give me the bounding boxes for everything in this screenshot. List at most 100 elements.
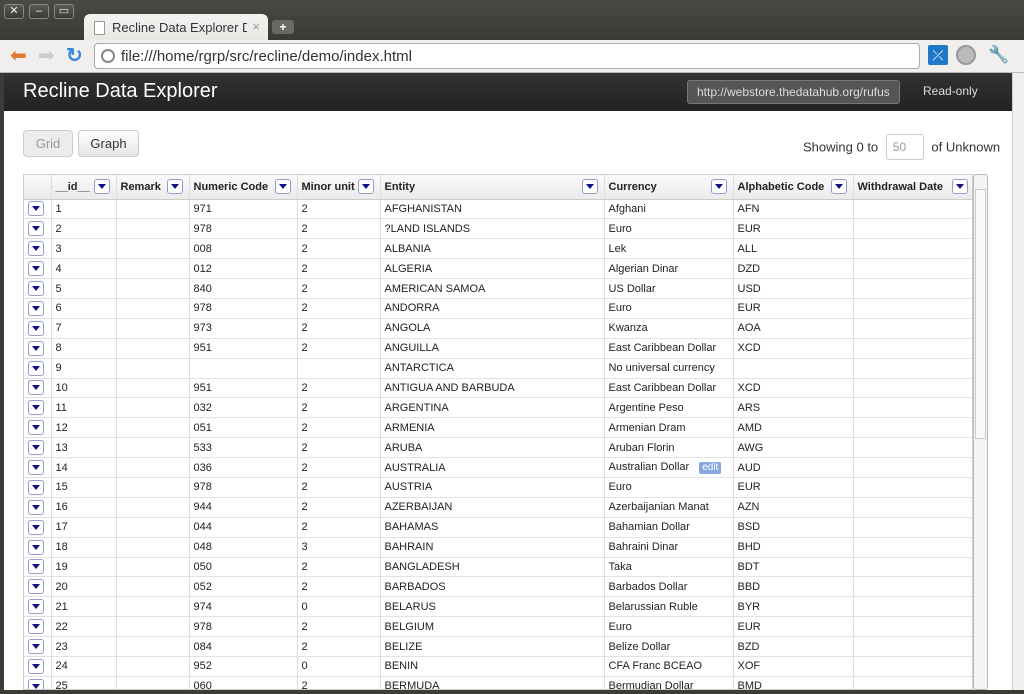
table-cell[interactable]: 951 [189, 338, 298, 359]
table-cell[interactable]: 032 [189, 397, 298, 419]
table-cell[interactable]: AUSTRIA [380, 477, 605, 498]
table-cell[interactable]: 036 [189, 457, 298, 478]
row-menu-dropdown-icon[interactable] [28, 559, 44, 575]
table-cell[interactable]: 974 [189, 596, 298, 618]
table-cell[interactable] [853, 616, 972, 638]
table-cell[interactable] [116, 278, 190, 299]
column-menu-dropdown-icon[interactable] [274, 179, 291, 194]
table-cell[interactable]: 1 [51, 199, 117, 220]
table-cell[interactable] [733, 358, 854, 379]
column-header[interactable]: Minor unit [297, 175, 381, 200]
table-cell[interactable] [853, 258, 972, 280]
table-cell[interactable]: 3 [297, 537, 381, 558]
browser-tab[interactable]: Recline Data Explorer Der × [84, 14, 268, 42]
table-cell[interactable]: 2 [297, 557, 381, 578]
table-cell[interactable]: Euro [604, 477, 734, 498]
table-cell[interactable]: ALBANIA [380, 238, 605, 260]
table-cell[interactable]: BANGLADESH [380, 557, 605, 578]
edit-cell-button[interactable]: edit [699, 462, 722, 475]
row-menu-dropdown-icon[interactable] [28, 479, 44, 495]
table-cell[interactable]: 3 [51, 238, 117, 260]
table-cell[interactable]: 2 [51, 218, 117, 240]
row-menu-dropdown-icon[interactable] [28, 340, 44, 356]
graph-view-button[interactable]: Graph [78, 130, 139, 157]
table-cell[interactable]: XCD [733, 378, 854, 399]
row-menu-dropdown-icon[interactable] [28, 599, 44, 615]
table-cell[interactable]: BYR [733, 596, 854, 618]
table-cell[interactable] [853, 596, 972, 618]
address-url[interactable]: file:///home/rgrp/src/recline/demo/index… [121, 48, 412, 65]
table-cell[interactable] [853, 378, 972, 399]
table-cell[interactable]: BELARUS [380, 596, 605, 618]
row-menu-dropdown-icon[interactable] [28, 579, 44, 595]
row-menu-dropdown-icon[interactable] [28, 460, 44, 476]
table-cell[interactable]: 978 [189, 616, 298, 638]
table-cell[interactable]: 2 [297, 298, 381, 319]
row-menu-dropdown-icon[interactable] [28, 440, 44, 456]
table-cell[interactable]: Afghani [604, 199, 734, 220]
table-cell[interactable]: AOA [733, 318, 854, 339]
row-menu-dropdown-icon[interactable] [28, 261, 44, 277]
table-cell[interactable]: 2 [297, 218, 381, 240]
table-cell[interactable]: 5 [51, 278, 117, 299]
table-cell[interactable]: CFA Franc BCEAO [604, 656, 734, 677]
table-cell[interactable] [853, 517, 972, 538]
row-menu-dropdown-icon[interactable] [28, 221, 44, 237]
table-cell[interactable]: 2 [297, 258, 381, 280]
table-cell[interactable]: AFGHANISTAN [380, 199, 605, 220]
table-cell[interactable]: 2 [297, 497, 381, 518]
table-cell[interactable]: ANTARCTICA [380, 358, 605, 379]
column-header[interactable]: Currency [604, 175, 734, 200]
table-cell[interactable]: 050 [189, 557, 298, 578]
table-cell[interactable]: 24 [51, 656, 117, 677]
table-cell[interactable]: 978 [189, 298, 298, 319]
table-cell[interactable]: 19 [51, 557, 117, 578]
tab-close-icon[interactable]: × [252, 19, 260, 34]
column-menu-dropdown-icon[interactable] [166, 179, 183, 194]
table-cell[interactable]: Euro [604, 616, 734, 638]
row-menu-dropdown-icon[interactable] [28, 380, 44, 396]
table-cell[interactable]: BHD [733, 537, 854, 558]
table-cell[interactable]: AZERBAIJAN [380, 497, 605, 518]
table-cell[interactable]: BARBADOS [380, 576, 605, 598]
table-cell[interactable] [116, 378, 190, 399]
table-cell[interactable]: ANDORRA [380, 298, 605, 319]
column-header[interactable]: Alphabetic Code [733, 175, 854, 200]
row-menu-dropdown-icon[interactable] [28, 678, 44, 689]
table-cell[interactable]: ARUBA [380, 437, 605, 459]
extension-icon[interactable]: ⤫ [928, 45, 948, 65]
table-cell[interactable]: 533 [189, 437, 298, 459]
table-cell[interactable]: Azerbaijanian Manat [604, 497, 734, 518]
row-menu-dropdown-icon[interactable] [28, 539, 44, 555]
table-cell[interactable]: 012 [189, 258, 298, 280]
reload-icon[interactable]: ↻ [66, 46, 83, 66]
table-cell[interactable]: 7 [51, 318, 117, 339]
table-cell[interactable]: AUSTRALIA [380, 457, 605, 478]
table-cell[interactable] [116, 616, 190, 638]
table-cell[interactable]: EUR [733, 477, 854, 498]
table-cell[interactable]: 23 [51, 636, 117, 657]
table-cell[interactable]: BELIZE [380, 636, 605, 657]
table-cell[interactable]: ARGENTINA [380, 397, 605, 419]
page-scrollbar[interactable] [1012, 73, 1024, 690]
table-cell[interactable] [116, 557, 190, 578]
table-cell[interactable] [853, 199, 972, 220]
adblock-icon[interactable] [956, 45, 976, 65]
window-minimize-button[interactable]: – [29, 4, 49, 19]
table-cell[interactable]: 2 [297, 397, 381, 419]
back-arrow-icon[interactable]: ⬅ [10, 46, 27, 66]
table-cell[interactable] [853, 318, 972, 339]
column-header[interactable]: __id__ [51, 175, 117, 200]
table-cell[interactable]: EUR [733, 616, 854, 638]
table-cell[interactable] [853, 417, 972, 439]
table-cell[interactable] [297, 358, 381, 379]
table-cell[interactable]: 10 [51, 378, 117, 399]
table-cell[interactable] [853, 537, 972, 558]
table-cell[interactable]: Taka [604, 557, 734, 578]
table-cell[interactable]: AZN [733, 497, 854, 518]
column-header[interactable]: Remark [116, 175, 190, 200]
table-cell[interactable]: BMD [733, 676, 854, 689]
table-cell[interactable] [116, 457, 190, 478]
table-cell[interactable]: Euro [604, 218, 734, 240]
table-cell[interactable]: Bahamian Dollar [604, 517, 734, 538]
